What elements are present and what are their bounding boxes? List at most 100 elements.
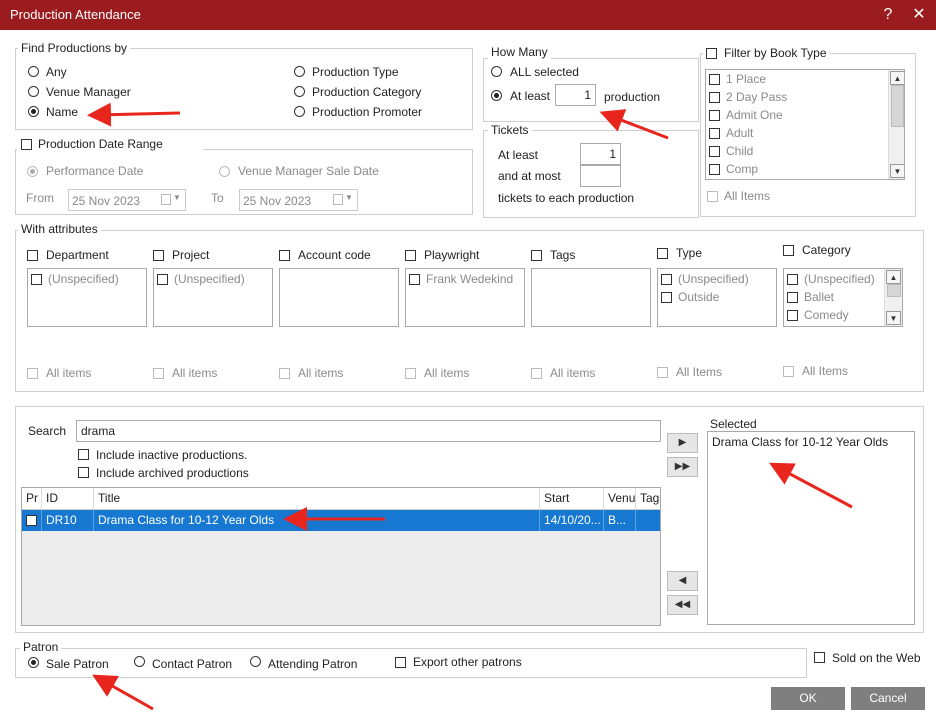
productions-grid[interactable]: Pr ID Title Start Venu Tags DR10 Drama C… [21,487,661,626]
book-type-scrollbar[interactable]: ▲ ▼ [888,70,904,179]
row-venue: B... [604,510,636,531]
book-type-item-checkbox[interactable] [709,92,720,103]
project-item-checkbox[interactable] [157,274,168,285]
search-input[interactable]: drama [76,420,661,442]
sale-patron-radio[interactable] [28,657,39,668]
book-type-list[interactable]: 1 Place 2 Day Pass Admit One Adult Child Comp… [705,69,905,180]
category-item-checkbox[interactable] [787,292,798,303]
department-all-checkbox[interactable] [27,368,38,379]
book-type-item-checkbox[interactable] [709,110,720,121]
type-checkbox[interactable] [657,248,668,259]
book-type-filter-checkbox[interactable] [706,48,717,59]
sold-on-web-checkbox[interactable] [814,652,825,663]
date-range-checkbox[interactable] [21,139,32,150]
find-by-any-radio[interactable] [28,66,39,77]
type-item-checkbox[interactable] [661,292,672,303]
column-header-pr[interactable]: Pr [22,488,42,509]
include-inactive-checkbox[interactable] [78,449,89,460]
performance-date-radio[interactable] [27,166,38,177]
playwright-checkbox[interactable] [405,250,416,261]
add-all-button[interactable]: ▶▶ [667,457,698,477]
table-row[interactable]: DR10 Drama Class for 10-12 Year Olds 14/… [22,510,660,531]
category-item-checkbox[interactable] [787,310,798,321]
book-type-item-checkbox[interactable] [709,146,720,157]
tags-list[interactable] [531,268,651,327]
project-checkbox[interactable] [153,250,164,261]
category-list[interactable]: (Unspecified) Ballet Comedy ▲ ▼ [783,268,903,327]
tickets-at-least-input[interactable]: 1 [580,143,621,165]
scroll-thumb[interactable] [891,85,904,127]
scroll-thumb[interactable] [887,284,901,297]
book-type-item-checkbox[interactable] [709,74,720,85]
tags-all-checkbox[interactable] [531,368,542,379]
scroll-down-icon[interactable]: ▼ [890,164,904,178]
find-by-venue-manager-radio[interactable] [28,86,39,97]
category-all-checkbox[interactable] [783,366,794,377]
contact-patron-radio[interactable] [134,656,145,667]
column-header-tags[interactable]: Tags [636,488,660,509]
project-list[interactable]: (Unspecified) [153,268,273,327]
tickets-at-most-input[interactable] [580,165,621,187]
attending-patron-radio[interactable] [250,656,261,667]
selected-item[interactable]: Drama Class for 10-12 Year Olds [712,435,888,449]
category-item-label: Ballet [804,290,835,304]
category-scrollbar[interactable]: ▲ ▼ [884,269,902,326]
column-header-start[interactable]: Start [540,488,604,509]
ok-button[interactable]: OK [771,687,845,710]
cancel-button[interactable]: Cancel [851,687,925,710]
column-header-id[interactable]: ID [42,488,94,509]
department-item-checkbox[interactable] [31,274,42,285]
row-start: 14/10/20... [540,510,604,531]
find-by-name-radio[interactable] [28,106,39,117]
help-button[interactable]: ? [877,4,899,26]
book-type-item-checkbox[interactable] [709,164,720,175]
type-all-checkbox[interactable] [657,367,668,378]
type-item-checkbox[interactable] [661,274,672,285]
account-code-checkbox[interactable] [279,250,290,261]
playwright-list[interactable]: Frank Wedekind [405,268,525,327]
find-by-production-type-radio[interactable] [294,66,305,77]
remove-selected-button[interactable]: ◀ [667,571,698,591]
scroll-down-icon[interactable]: ▼ [886,311,901,325]
all-selected-radio[interactable] [491,66,502,77]
remove-all-button[interactable]: ◀◀ [667,595,698,615]
playwright-item-checkbox[interactable] [409,274,420,285]
close-button[interactable]: ✕ [908,4,930,26]
type-list[interactable]: (Unspecified) Outside [657,268,777,327]
tags-checkbox[interactable] [531,250,542,261]
find-by-production-promoter-radio[interactable] [294,106,305,117]
tickets-legend: Tickets [488,123,532,137]
tickets-footer-label: tickets to each production [498,191,635,205]
column-header-venue[interactable]: Venu [604,488,636,509]
row-checkbox[interactable] [26,515,37,526]
scroll-up-icon[interactable]: ▲ [890,71,904,85]
type-all-label: All Items [676,365,723,379]
find-by-production-category-radio[interactable] [294,86,305,97]
category-checkbox[interactable] [783,245,794,256]
department-list[interactable]: (Unspecified) [27,268,147,327]
to-date-picker[interactable]: 25 Nov 2023 ▼ [239,189,358,211]
account-code-list[interactable] [279,268,399,327]
add-selected-button[interactable]: ▶ [667,433,698,453]
find-by-venue-manager-label: Venue Manager [46,85,131,99]
column-header-title[interactable]: Title [94,488,540,509]
scroll-up-icon[interactable]: ▲ [886,270,901,284]
to-label: To [211,191,224,205]
find-productions-legend: Find Productions by [18,41,131,55]
book-type-item-checkbox[interactable] [709,128,720,139]
vm-sale-date-radio[interactable] [219,166,230,177]
category-item-checkbox[interactable] [787,274,798,285]
at-least-production-input[interactable]: 1 [555,84,596,106]
search-label: Search [28,424,67,438]
from-date-picker[interactable]: 25 Nov 2023 ▼ [68,189,186,211]
book-type-all-checkbox[interactable] [707,191,718,202]
export-other-patrons-checkbox[interactable] [395,657,406,668]
playwright-all-checkbox[interactable] [405,368,416,379]
account-code-all-checkbox[interactable] [279,368,290,379]
playwright-item-label: Frank Wedekind [426,272,514,286]
department-checkbox[interactable] [27,250,38,261]
at-least-radio[interactable] [491,90,502,101]
include-archived-checkbox[interactable] [78,467,89,478]
selected-list[interactable]: Drama Class for 10-12 Year Olds [707,431,915,625]
project-all-checkbox[interactable] [153,368,164,379]
